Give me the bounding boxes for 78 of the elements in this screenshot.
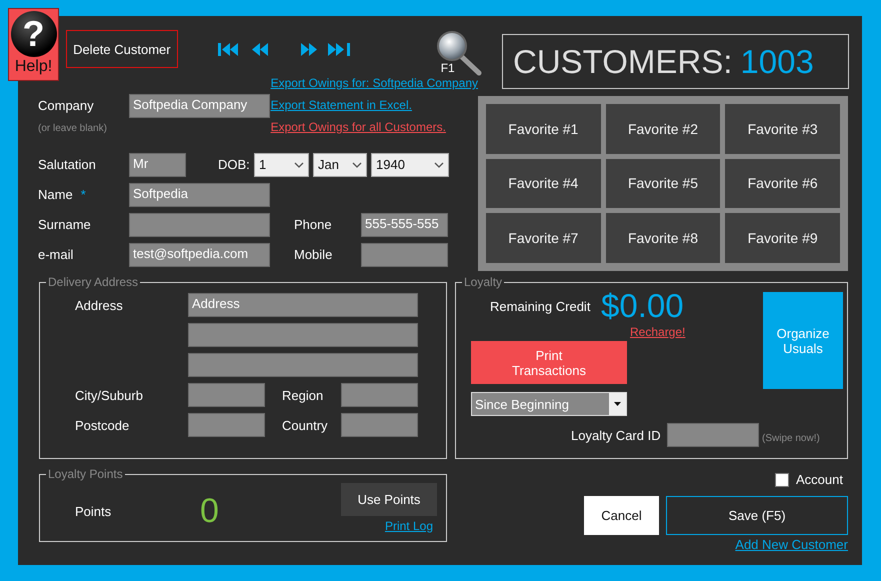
dob-day-dropdown[interactable]: 1 (254, 152, 309, 176)
favorite-button[interactable]: Favorite #9 (725, 213, 840, 263)
credit-amount: $0.00 (601, 287, 684, 325)
name-field[interactable]: Softpedia (129, 182, 270, 206)
chevron-down-icon (352, 162, 362, 168)
country-label: Country (282, 418, 329, 432)
dob-year-dropdown[interactable]: 1940 (371, 152, 449, 176)
favorite-button[interactable]: Favorite #8 (606, 213, 720, 263)
region-field[interactable] (341, 383, 418, 407)
company-label: Company (38, 98, 95, 113)
search-icon[interactable] (434, 30, 482, 76)
address-field[interactable] (188, 323, 418, 347)
phone-label: Phone (294, 217, 333, 232)
chevron-down-icon (294, 162, 304, 168)
salutation-label: Salutation (38, 157, 97, 172)
print-log-link[interactable]: Print Log (384, 518, 433, 534)
remaining-credit-label: Remaining Credit (490, 298, 592, 314)
company-field[interactable]: Softpedia Company (129, 94, 270, 118)
help-button[interactable]: ? Help! (8, 8, 59, 81)
help-icon: ? (10, 11, 56, 57)
favorite-button[interactable]: Favorite #5 (606, 158, 720, 208)
surname-label: Surname (38, 217, 92, 232)
mobile-field[interactable] (361, 242, 448, 266)
postcode-field[interactable] (188, 413, 265, 437)
favorite-button[interactable]: Favorite #2 (606, 104, 720, 154)
last-record-icon[interactable] (328, 43, 351, 56)
save-button[interactable]: Save (F5) (666, 496, 848, 535)
company-hint: (or leave blank) (38, 123, 107, 134)
surname-field[interactable] (129, 212, 270, 236)
account-checkbox[interactable] (775, 472, 789, 486)
email-field[interactable]: test@softpedia.com (129, 242, 270, 266)
previous-record-icon[interactable] (252, 43, 269, 56)
postcode-label: Postcode (75, 418, 130, 432)
address-label: Address (75, 298, 124, 312)
points-value: 0 (200, 492, 220, 530)
name-label: Name * (38, 187, 87, 202)
phone-field[interactable]: 555-555-555 (361, 212, 448, 236)
chevron-down-icon (434, 162, 444, 168)
next-record-icon[interactable] (300, 43, 318, 56)
points-label: Points (75, 504, 112, 518)
city-label: City/Suburb (75, 388, 144, 402)
address-field[interactable]: Address (188, 293, 418, 317)
loyalty-points-title: Loyalty Points (47, 468, 124, 480)
email-label: e-mail (38, 247, 74, 262)
dob-label: DOB: (218, 157, 251, 172)
add-new-customer-link[interactable]: Add New Customer (735, 537, 848, 552)
period-dropdown[interactable]: Since Beginning (471, 392, 627, 416)
loyalty-title: Loyalty (463, 276, 504, 288)
delete-customer-button[interactable]: Delete Customer (66, 30, 178, 68)
country-field[interactable] (341, 413, 418, 437)
customers-label: CUSTOMERS: (513, 42, 732, 80)
first-record-icon[interactable] (218, 43, 240, 56)
mobile-label: Mobile (294, 247, 334, 262)
delivery-address-title: Delivery Address (47, 276, 140, 288)
export-link[interactable]: Export Statement in Excel. (270, 98, 478, 113)
favorite-button[interactable]: Favorite #6 (725, 158, 840, 208)
city-field[interactable] (188, 383, 265, 407)
print-transactions-button[interactable]: Print Transactions (471, 341, 627, 384)
favorite-button[interactable]: Favorite #4 (486, 158, 601, 208)
region-label: Region (282, 388, 324, 402)
account-label: Account (796, 472, 843, 487)
favorite-button[interactable]: Favorite #3 (725, 104, 840, 154)
salutation-field[interactable]: Mr (129, 152, 186, 176)
favorite-button[interactable]: Favorite #7 (486, 213, 601, 263)
export-link[interactable]: Export Owings for all Customers. (270, 120, 478, 135)
loyalty-card-label: Loyalty Card ID (571, 428, 662, 442)
cancel-button[interactable]: Cancel (584, 496, 659, 535)
customers-count: 1003 (740, 42, 814, 80)
address-field[interactable] (188, 353, 418, 377)
favorite-button[interactable]: Favorite #1 (486, 104, 601, 154)
recharge-link[interactable]: Recharge! (630, 325, 686, 339)
hotkey-label: F1 (440, 61, 455, 75)
loyalty-card-field[interactable] (667, 423, 759, 447)
dropdown-arrow-icon (614, 402, 621, 406)
swipe-hint: (Swipe now!) (762, 432, 820, 444)
export-link[interactable]: Export Owings for: Softpedia Company (270, 76, 478, 91)
dob-month-dropdown[interactable]: Jan (313, 152, 367, 176)
use-points-button[interactable]: Use Points (341, 482, 437, 516)
